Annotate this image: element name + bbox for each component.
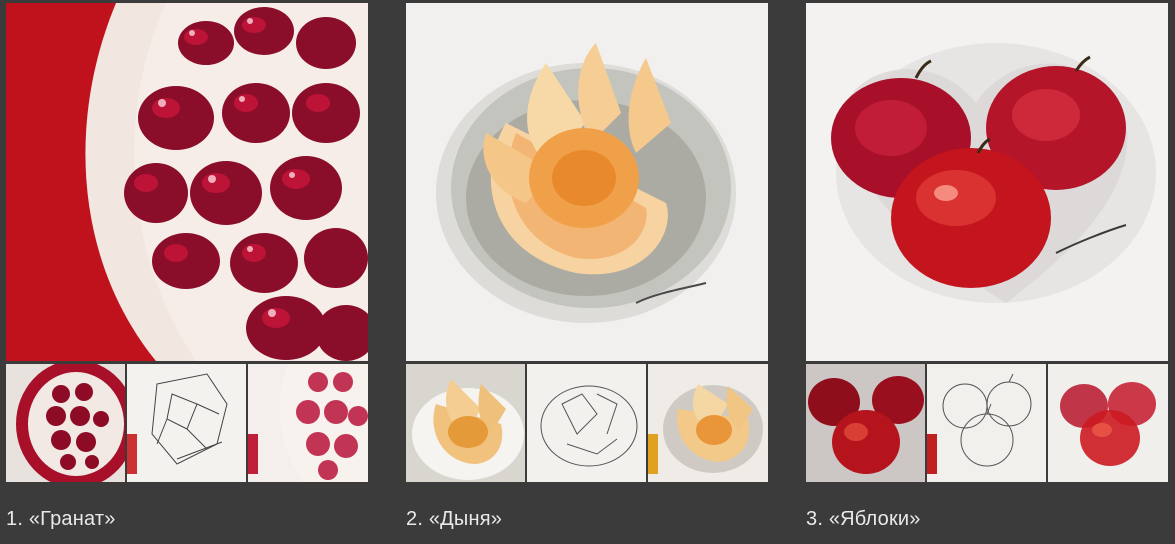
pomegranate-reference-thumb[interactable] [6, 364, 125, 482]
pomegranate-thumbnails [6, 364, 368, 482]
caption-melon: 2. «Дыня» [406, 508, 503, 530]
melon-thumbnails [406, 364, 768, 482]
apples-reference-thumb[interactable] [806, 364, 925, 482]
caption-pomegranate: 1. «Гранат» [6, 508, 116, 530]
apples-thumbnails [806, 364, 1168, 482]
melon-painting[interactable] [406, 3, 768, 361]
caption-apples: 3. «Яблоки» [806, 508, 921, 530]
pomegranate-sketch-thumb[interactable] [127, 364, 246, 482]
apples-sketch-thumb[interactable] [927, 364, 1046, 482]
melon-sketch-thumb[interactable] [527, 364, 646, 482]
melon-reference-thumb[interactable] [406, 364, 525, 482]
melon-wip-thumb[interactable] [648, 364, 768, 482]
pomegranate-painting[interactable] [6, 3, 368, 361]
pomegranate-wip-thumb[interactable] [248, 364, 368, 482]
apples-wip-thumb[interactable] [1048, 364, 1168, 482]
apples-painting[interactable] [806, 3, 1168, 361]
